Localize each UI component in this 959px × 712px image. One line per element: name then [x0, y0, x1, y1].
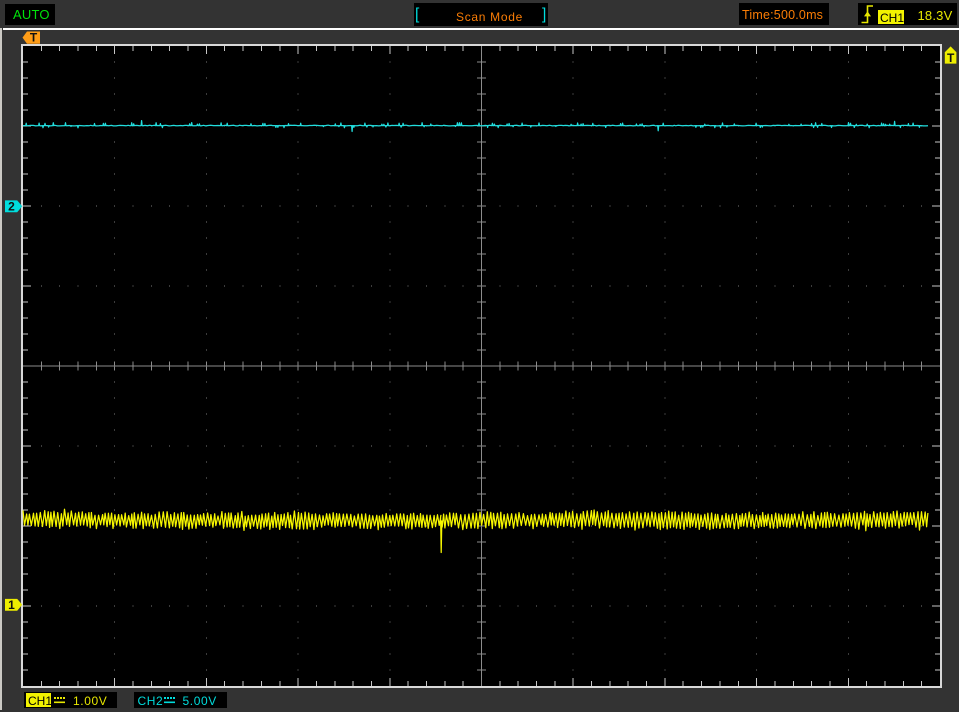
svg-text:2: 2	[8, 200, 15, 214]
svg-text:T: T	[947, 51, 955, 65]
svg-text:1: 1	[8, 598, 15, 612]
svg-text:T: T	[30, 31, 38, 45]
